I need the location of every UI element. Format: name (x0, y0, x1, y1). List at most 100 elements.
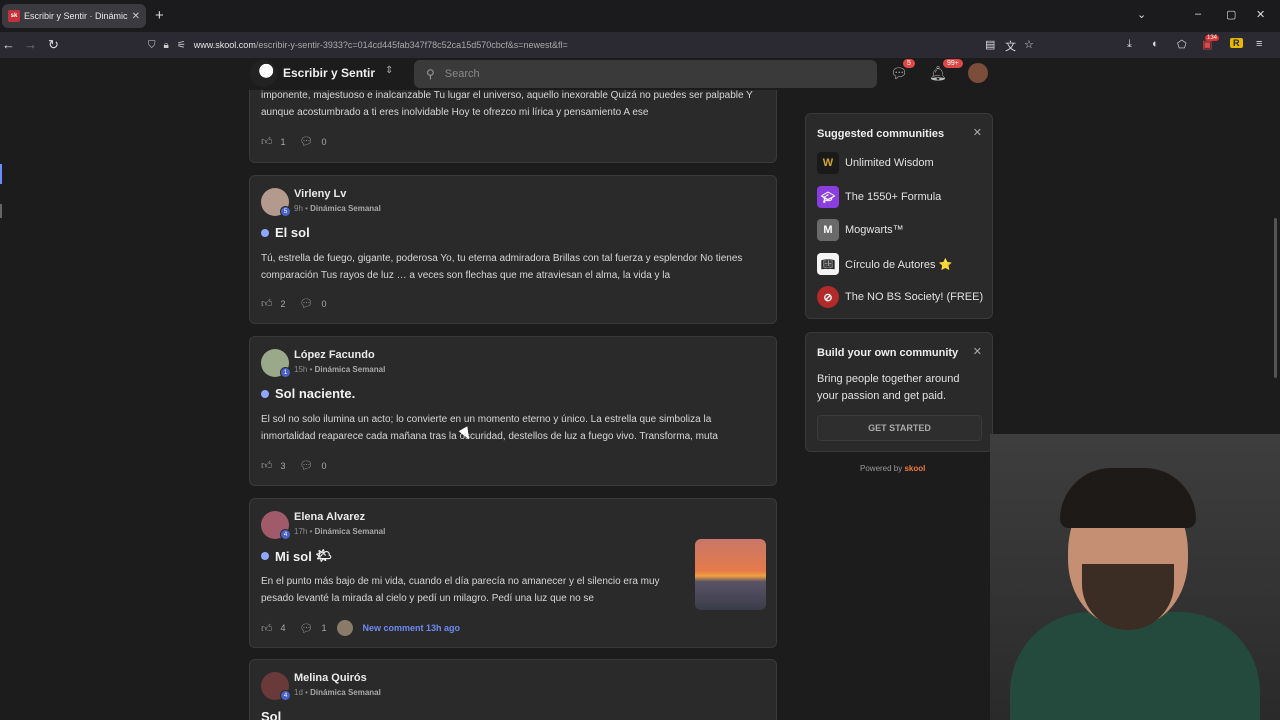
community-name: The 1550+ Formula (845, 191, 942, 203)
skool-favicon-icon: sk (8, 10, 20, 22)
level-badge: 4 (280, 529, 291, 540)
post-body: El sol no solo ilumina un acto; lo convi… (261, 414, 718, 442)
reload-icon[interactable]: ↻ (48, 37, 59, 53)
post-card[interactable]: 4 Melina Quirós 1d • Dinámica Semanal So… (249, 659, 777, 720)
translate-icon[interactable]: 文 (1005, 38, 1016, 54)
lock-icon[interactable]: 🔒︎ (164, 40, 169, 51)
tab-title: Escribir y Sentir · Dinámica Sem (24, 11, 128, 21)
browser-tab[interactable]: sk Escribir y Sentir · Dinámica Sem ✕ (2, 4, 146, 28)
comment-icon[interactable]: 💬︎ (300, 622, 314, 635)
address-bar[interactable]: ⛉ 🔒︎ ⚟ www.skool.com /escribir-y-sentir-… (148, 34, 1044, 56)
bell-icon[interactable]: 🔔︎ (929, 65, 947, 82)
community-item[interactable]: ⊘ The NO BS Society! (FREE) (817, 286, 983, 308)
chat-badge: 5 (903, 59, 915, 68)
post-title[interactable]: Sol naciente. (261, 386, 355, 401)
post-actions: 👍︎ 4 💬︎ 1 New comment 13h ago (261, 620, 460, 636)
reader-view-icon[interactable]: ▤ (985, 38, 995, 51)
webcam-overlay (990, 434, 1280, 720)
scrollbar-thumb[interactable] (1274, 218, 1277, 378)
get-started-button[interactable]: GET STARTED (817, 415, 982, 441)
comment-icon[interactable]: 💬︎ (300, 459, 314, 472)
comment-icon[interactable]: 💬︎ (300, 297, 314, 310)
maximize-icon[interactable]: ▢ (1226, 8, 1236, 21)
close-tab-icon[interactable]: ✕ (132, 11, 140, 22)
post-card[interactable]: 4 Elena Alvarez 17h • Dinámica Semanal M… (249, 498, 777, 648)
community-name: Círculo de Autores ⭐ (845, 258, 953, 271)
post-meta: 17h • Dinámica Semanal (294, 527, 386, 536)
extension-badge: 134 (1205, 35, 1220, 41)
sun-cloud-emoji-icon: 🌤 (315, 548, 332, 563)
close-icon[interactable]: ✕ (973, 126, 982, 139)
post-body: Tú, estrella de fuego, gigante, poderosa… (261, 253, 743, 281)
comment-count: 1 (321, 623, 327, 633)
post-actions: 👍︎ 1 💬︎ 0 (261, 135, 341, 148)
community-item[interactable]: 🎓︎ The 1550+ Formula (817, 186, 941, 208)
graduation-cap-icon: 🎓︎ (817, 186, 839, 208)
panel-title: Build your own community (817, 347, 959, 359)
like-icon[interactable]: 👍︎ (261, 135, 273, 148)
tab-list-icon[interactable]: ⌄ (1137, 8, 1146, 21)
post-author[interactable]: Elena Alvarez (294, 511, 365, 523)
like-icon[interactable]: 👍︎ (261, 622, 273, 635)
notification-badge: 99+ (943, 59, 963, 68)
like-count: 1 (280, 136, 286, 147)
close-icon[interactable]: ✕ (973, 345, 982, 358)
commenter-avatar (336, 620, 353, 636)
community-item[interactable]: W Unlimited Wisdom (817, 152, 934, 174)
wisdom-icon: W (817, 152, 839, 174)
user-avatar[interactable] (968, 63, 988, 83)
back-icon[interactable]: ← (2, 37, 15, 52)
account-icon[interactable]: ◐ (1152, 38, 1159, 50)
new-comment-link[interactable]: New comment 13h ago (363, 623, 461, 633)
like-count: 4 (280, 623, 286, 633)
post-actions: 👍︎ 2 💬︎ 0 (261, 297, 341, 310)
post-title[interactable]: El sol (261, 225, 310, 240)
build-community-panel: Build your own community ✕ Bring people … (805, 332, 993, 452)
post-card[interactable]: 5 Virleny Lv 9h • Dinámica Semanal El so… (249, 175, 777, 324)
powered-by: Powered by skool (860, 464, 926, 473)
like-icon[interactable]: 👍︎ (261, 459, 273, 472)
browser-toolbar: ← → ↻ ⛉ 🔒︎ ⚟ www.skool.com /escribir-y-s… (0, 32, 1280, 58)
extensions-icon[interactable]: ⬠ (1177, 38, 1187, 51)
permissions-icon[interactable]: ⚟ (177, 40, 186, 51)
post-card[interactable]: 1 López Facundo 15h • Dinámica Semanal S… (249, 336, 777, 486)
skool-logo[interactable]: skool (904, 464, 925, 473)
url-host: www.skool.com (193, 40, 256, 50)
minimize-icon[interactable]: – (1195, 8, 1201, 20)
m-logo-icon: M (817, 219, 839, 241)
unread-dot-icon (261, 389, 269, 398)
search-input[interactable] (444, 68, 845, 80)
post-body: En el punto más bajo de mi vida, cuando … (261, 576, 660, 604)
post-author[interactable]: Virleny Lv (294, 188, 346, 200)
extension-r-icon[interactable]: R (1230, 38, 1243, 48)
close-window-icon[interactable]: ✕ (1256, 8, 1265, 21)
webcam-person-hair (1060, 468, 1196, 528)
community-name[interactable]: Escribir y Sentir (283, 66, 375, 80)
post-title[interactable]: Sol (261, 709, 281, 720)
post-title[interactable]: Mi sol 🌤 (261, 548, 332, 564)
post-body: imponente, majestuoso e inalcanzable Tu … (261, 90, 753, 118)
community-item[interactable]: 📖︎ Círculo de Autores ⭐ (817, 253, 952, 275)
like-count: 3 (280, 460, 286, 471)
new-tab-icon[interactable]: + (155, 7, 164, 24)
suggested-communities-panel: Suggested communities ✕ W Unlimited Wisd… (805, 113, 993, 319)
switch-community-icon[interactable]: ⇕ (385, 65, 393, 76)
community-logo[interactable] (250, 60, 277, 87)
post-actions: 👍︎ 3 💬︎ 0 (261, 459, 341, 472)
forward-icon[interactable]: → (24, 37, 37, 52)
like-icon[interactable]: 👍︎ (261, 297, 273, 310)
browser-tabbar: sk Escribir y Sentir · Dinámica Sem ✕ + … (0, 0, 1280, 32)
comment-count: 0 (321, 460, 327, 471)
shield-icon[interactable]: ⛉ (148, 40, 156, 51)
sunset-thumbnail[interactable] (695, 539, 766, 610)
post-author[interactable]: Melina Quirós (294, 672, 367, 684)
menu-icon[interactable]: ≡ (1256, 38, 1262, 50)
post-author[interactable]: López Facundo (294, 349, 375, 361)
panel-title: Suggested communities (817, 128, 945, 140)
search-bar[interactable]: ⚲ (414, 60, 877, 88)
comment-icon[interactable]: 💬︎ (300, 135, 314, 148)
community-item[interactable]: M Mogwarts™ (817, 219, 904, 241)
downloads-icon[interactable]: ⤓ (1127, 38, 1132, 51)
like-count: 2 (280, 298, 286, 309)
bookmark-star-icon[interactable]: ☆ (1024, 38, 1034, 51)
